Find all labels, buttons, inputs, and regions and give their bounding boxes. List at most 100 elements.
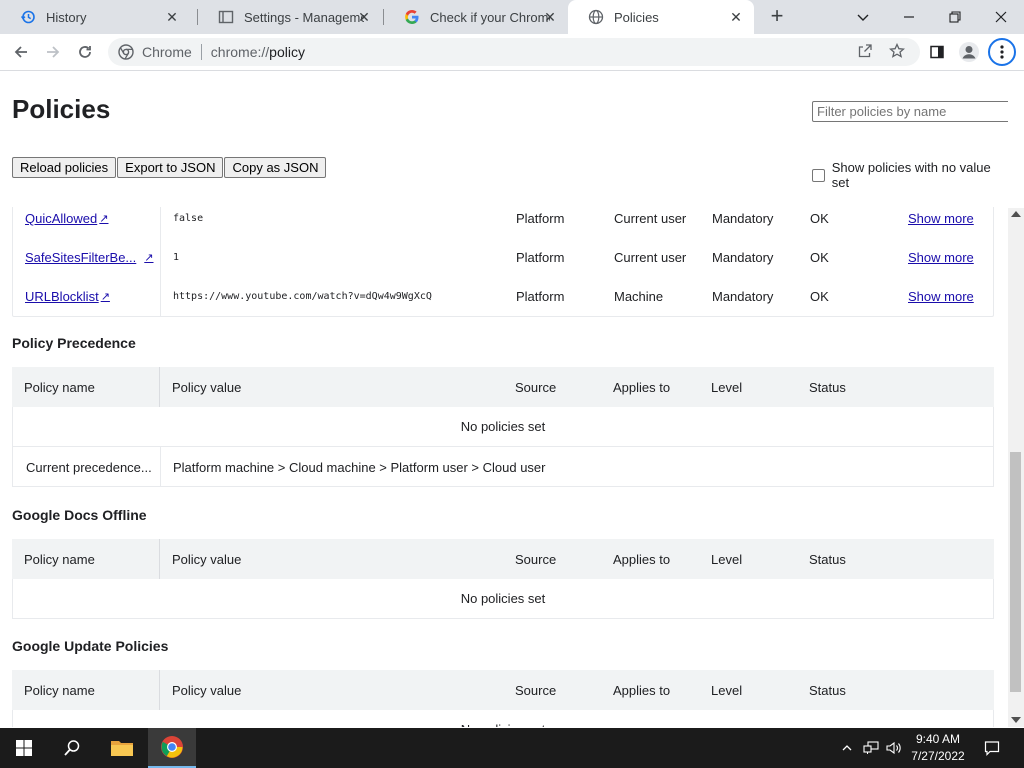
new-tab-button[interactable]: + xyxy=(764,5,790,29)
column-divider xyxy=(160,447,161,487)
chevron-down-icon xyxy=(857,14,869,21)
filter-policies-input[interactable] xyxy=(812,101,1008,122)
close-icon[interactable]: ✕ xyxy=(542,9,558,25)
chrome-logo-icon xyxy=(161,736,183,758)
address-bar[interactable]: Chrome chrome://policy xyxy=(108,38,920,66)
start-button[interactable] xyxy=(0,728,48,768)
reload-policies-button[interactable]: Reload policies xyxy=(12,157,117,178)
restore-button[interactable] xyxy=(932,0,978,34)
policy-row: URLBlocklist ↗ https://www.youtube.com/wa… xyxy=(13,277,995,316)
tab-history[interactable]: History ✕ xyxy=(0,0,190,34)
section-title-policy-precedence: Policy Precedence xyxy=(12,335,136,351)
chrome-logo-icon xyxy=(118,44,134,65)
header-status: Status xyxy=(809,682,846,698)
profile-button[interactable] xyxy=(956,39,982,65)
close-icon[interactable]: ✕ xyxy=(356,9,372,25)
scroll-down-arrow-icon[interactable] xyxy=(1011,717,1021,723)
tab-policies[interactable]: Policies ✕ xyxy=(568,0,754,34)
policy-name-link[interactable]: QuicAllowed ↗ xyxy=(25,207,108,238)
header-policy-value: Policy value xyxy=(172,551,242,567)
column-divider xyxy=(159,367,160,407)
scroll-up-arrow-icon[interactable] xyxy=(1011,211,1021,217)
policy-name-link[interactable]: URLBlocklist ↗ xyxy=(25,277,110,316)
network-button[interactable] xyxy=(861,728,881,768)
back-button[interactable] xyxy=(8,39,34,65)
show-more-link[interactable]: Show more xyxy=(908,277,974,316)
policy-level: Mandatory xyxy=(712,211,774,226)
header-policy-name: Policy name xyxy=(24,551,95,567)
system-clock[interactable]: 9:40 AM 7/27/2022 xyxy=(902,731,974,765)
side-panel-icon xyxy=(930,45,944,59)
policy-status: OK xyxy=(810,289,829,304)
close-window-button[interactable] xyxy=(978,0,1024,34)
tab-check-chrome[interactable]: Check if your Chrome brow ✕ xyxy=(384,0,568,34)
chrome-policies-table: QuicAllowed ↗ false Platform Current user… xyxy=(12,207,994,317)
column-divider xyxy=(159,539,160,579)
section-title-google-update-policies: Google Update Policies xyxy=(12,638,169,654)
share-icon[interactable] xyxy=(856,43,874,61)
close-icon[interactable]: ✕ xyxy=(728,9,744,25)
chrome-taskbar-button[interactable] xyxy=(148,728,196,768)
external-link-icon: ↗ xyxy=(100,291,110,303)
tab-title: Policies xyxy=(614,9,659,25)
chrome-menu-button[interactable] xyxy=(988,38,1016,66)
minimize-button[interactable] xyxy=(886,0,932,34)
policy-actions: Reload policies Export to JSON Copy as J… xyxy=(12,157,327,178)
header-applies-to: Applies to xyxy=(613,551,671,567)
no-policies-message: No policies set xyxy=(12,579,994,619)
external-link-icon: ↗ xyxy=(99,213,109,225)
header-applies-to: Applies to xyxy=(613,379,671,395)
page-scrollbar[interactable] xyxy=(1008,208,1024,727)
policy-applies-to: Current user xyxy=(614,250,687,265)
header-level: Level xyxy=(711,551,743,567)
show-more-link[interactable]: Show more xyxy=(908,207,974,238)
column-divider xyxy=(159,670,160,710)
table-header: Policy name Policy value Source Applies … xyxy=(12,670,994,710)
tab-settings-management[interactable]: Settings - Management ✕ xyxy=(198,0,382,34)
show-no-value-checkbox[interactable] xyxy=(812,168,825,182)
show-no-value-toggle[interactable]: Show policies with no value set xyxy=(812,160,1008,190)
side-panel-button[interactable] xyxy=(924,39,950,65)
action-center-button[interactable] xyxy=(982,728,1002,768)
policy-name: SafeSitesFilterBe... xyxy=(25,250,137,265)
omnibox-site-label: Chrome xyxy=(142,44,192,60)
kebab-menu-icon xyxy=(1000,45,1004,59)
policy-name: QuicAllowed xyxy=(25,211,98,226)
precedence-label: Current precedence... xyxy=(26,459,152,475)
no-policies-message: No policies set xyxy=(12,407,994,447)
show-more-link[interactable]: Show more xyxy=(908,238,974,277)
policy-scroll-area: QuicAllowed ↗ false Platform Current user… xyxy=(0,207,1008,727)
speaker-icon xyxy=(886,741,901,755)
close-icon xyxy=(995,11,1007,23)
clock-time: 9:40 AM xyxy=(915,732,961,746)
tab-search-button[interactable] xyxy=(840,0,886,34)
show-no-value-label: Show policies with no value set xyxy=(831,160,991,190)
avatar xyxy=(959,42,979,62)
scrollbar-thumb[interactable] xyxy=(1010,452,1021,692)
policy-name: URLBlocklist xyxy=(25,289,99,304)
settings-icon xyxy=(218,9,234,25)
header-status: Status xyxy=(809,551,846,567)
export-json-button[interactable]: Export to JSON xyxy=(117,157,224,178)
policy-name-link[interactable]: SafeSitesFilterBe... ↗ xyxy=(25,238,154,277)
header-status: Status xyxy=(809,379,846,395)
close-icon[interactable]: ✕ xyxy=(164,9,180,25)
forward-button[interactable] xyxy=(40,39,66,65)
bookmark-star-icon[interactable] xyxy=(888,42,906,61)
omnibox-url: chrome://policy xyxy=(211,44,305,60)
policy-level: Mandatory xyxy=(712,289,774,304)
volume-button[interactable] xyxy=(884,728,904,768)
section-title-google-docs-offline: Google Docs Offline xyxy=(12,507,147,523)
policy-value: 1 xyxy=(173,252,180,263)
policy-row: SafeSitesFilterBe... ↗ 1 Platform Current… xyxy=(13,238,995,277)
search-button[interactable] xyxy=(48,728,96,768)
minimize-icon xyxy=(904,16,914,18)
reload-button[interactable] xyxy=(72,39,98,65)
file-explorer-button[interactable] xyxy=(98,728,146,768)
show-hidden-icons-button[interactable] xyxy=(838,728,856,768)
copy-json-button[interactable]: Copy as JSON xyxy=(224,157,327,178)
page-title: Policies xyxy=(12,94,111,124)
policy-source: Platform xyxy=(516,211,565,226)
windows-taskbar: 9:40 AM 7/27/2022 xyxy=(0,728,1024,768)
notification-icon xyxy=(984,741,1000,756)
